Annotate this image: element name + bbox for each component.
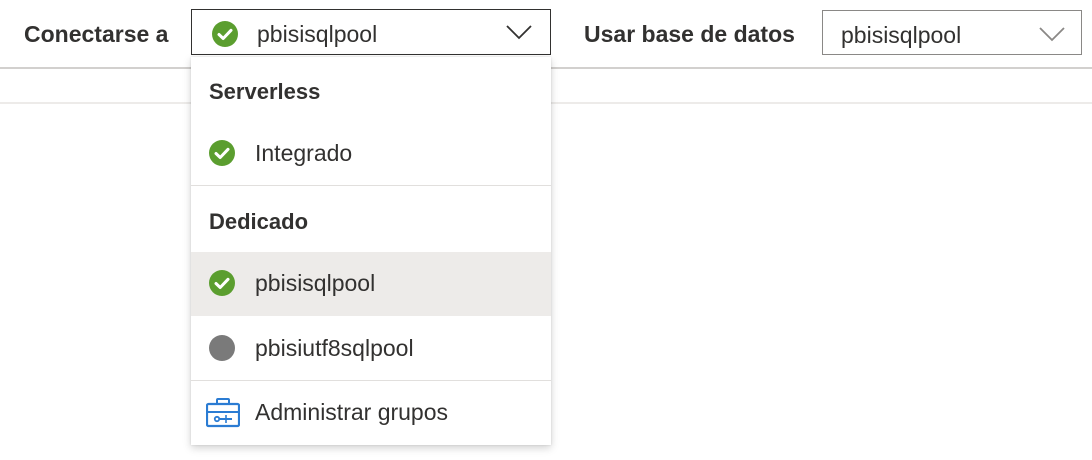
menu-item-pbisiutf8sqlpool[interactable]: pbisiutf8sqlpool [191,317,551,381]
menu-item-label: pbisiutf8sqlpool [255,335,414,361]
menu-item-pbisisqlpool[interactable]: pbisisqlpool [191,252,551,316]
manage-pools-button[interactable]: Administrar grupos [191,381,551,445]
menu-item-label: pbisisqlpool [255,270,376,296]
use-database-value: pbisisqlpool [841,22,962,48]
group-header-dedicado: Dedicado [209,209,309,234]
group-header-serverless: Serverless [209,79,321,104]
use-database-dropdown[interactable]: pbisisqlpool [822,10,1082,55]
gray-circle-icon [209,335,235,366]
chevron-down-icon [1039,26,1065,47]
connect-to-menu: Serverless Integrado Dedicado pbisisqlpo… [191,57,551,445]
menu-item-integrado[interactable]: Integrado [191,122,551,186]
menu-item-label: Integrado [255,140,353,166]
use-database-label: Usar base de datos [584,21,795,47]
connect-to-label: Conectarse a [24,21,169,47]
chevron-down-icon [506,24,532,45]
manage-pools-label: Administrar grupos [255,399,449,425]
group-divider [191,185,551,186]
connect-to-dropdown[interactable]: pbisisqlpool [191,9,551,55]
check-circle-icon [209,270,235,301]
toolbox-icon [205,398,241,433]
connect-to-value: pbisisqlpool [257,21,378,47]
check-circle-icon [209,140,235,171]
check-circle-icon [212,21,238,52]
